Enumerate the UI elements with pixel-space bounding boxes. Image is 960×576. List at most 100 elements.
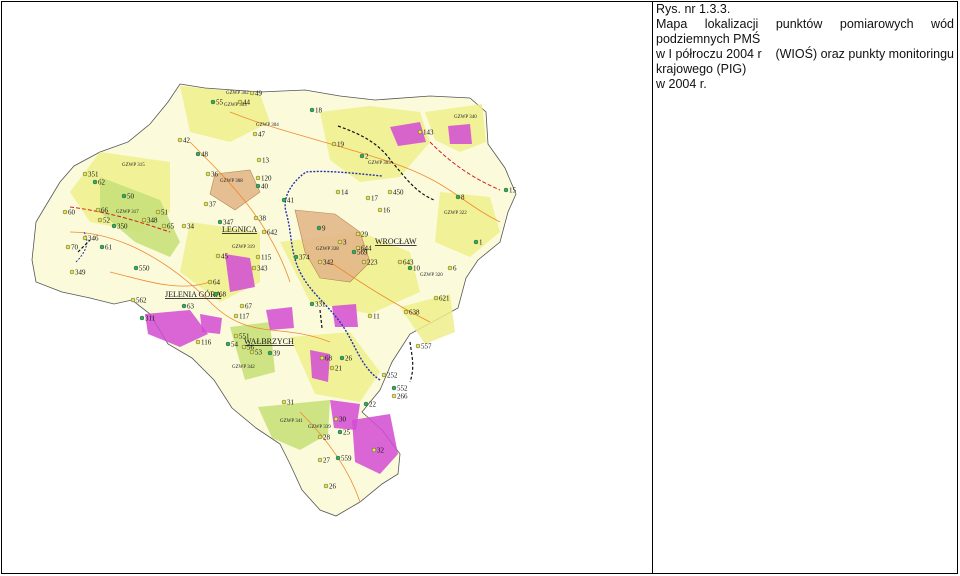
point-marker bbox=[365, 195, 371, 201]
point-marker bbox=[251, 265, 257, 271]
point-marker bbox=[233, 333, 239, 339]
point-marker bbox=[309, 107, 315, 113]
point-marker bbox=[337, 429, 343, 435]
point-marker bbox=[455, 194, 461, 200]
point-marker bbox=[195, 339, 201, 345]
point-marker bbox=[181, 303, 187, 309]
point-marker bbox=[133, 265, 139, 271]
point-label: 351 bbox=[88, 171, 99, 179]
point-marker bbox=[363, 401, 369, 407]
point-marker bbox=[317, 259, 323, 265]
point-marker bbox=[407, 265, 413, 271]
column-divider bbox=[652, 1, 653, 574]
point-label: 6 bbox=[453, 265, 457, 273]
point-marker bbox=[121, 193, 127, 199]
point-label: 621 bbox=[439, 295, 450, 303]
point-label: 9 bbox=[322, 225, 326, 233]
monitoring-point: 311 bbox=[139, 315, 156, 323]
point-label: 115 bbox=[261, 254, 272, 262]
point-marker bbox=[249, 90, 255, 96]
monitoring-point: 266 bbox=[391, 393, 408, 401]
point-label: 31 bbox=[287, 399, 295, 407]
point-marker bbox=[82, 235, 88, 241]
point-marker bbox=[417, 129, 423, 135]
point-label: 66 bbox=[101, 207, 109, 215]
point-label: 562 bbox=[136, 297, 147, 305]
caption-word: Mapa bbox=[656, 17, 688, 31]
point-marker bbox=[255, 254, 261, 260]
point-marker bbox=[317, 457, 323, 463]
point-marker bbox=[337, 239, 343, 245]
point-label: 1 bbox=[479, 239, 483, 247]
caption-line-3: w I półroczu 2004 r (WIOŚ) oraz punkty m… bbox=[656, 47, 954, 62]
caption-word: wód bbox=[931, 17, 954, 31]
point-marker bbox=[317, 434, 323, 440]
point-marker bbox=[391, 393, 397, 399]
point-marker bbox=[111, 223, 117, 229]
point-label: 120 bbox=[261, 175, 272, 183]
gzwp-label: GZWP 338 bbox=[316, 247, 339, 252]
caption-line-2: podziemnych PMŚ bbox=[656, 32, 761, 46]
gzwp-label: GZWP 340 bbox=[454, 115, 477, 120]
point-marker bbox=[397, 259, 403, 265]
point-label: 27 bbox=[323, 457, 331, 465]
point-label: 37 bbox=[209, 201, 217, 209]
point-marker bbox=[203, 201, 209, 207]
gzwp-label: GZWP 342 bbox=[232, 365, 255, 370]
point-marker bbox=[181, 223, 187, 229]
point-marker bbox=[361, 259, 367, 265]
point-label: 64 bbox=[213, 279, 221, 287]
point-marker bbox=[92, 179, 98, 185]
point-marker bbox=[503, 187, 509, 193]
point-label: 19 bbox=[337, 141, 345, 149]
point-label: 26 bbox=[329, 483, 337, 491]
point-marker bbox=[99, 244, 105, 250]
point-label: 36 bbox=[211, 171, 219, 179]
point-label: 252 bbox=[387, 372, 398, 380]
point-marker bbox=[62, 209, 68, 215]
point-label: 346 bbox=[88, 235, 99, 243]
point-marker bbox=[253, 215, 259, 221]
point-marker bbox=[323, 483, 329, 489]
point-marker bbox=[377, 207, 383, 213]
point-marker bbox=[161, 223, 167, 229]
point-label: 11 bbox=[373, 313, 380, 321]
gzwp-label: GZWP 308 bbox=[220, 179, 243, 184]
point-marker bbox=[237, 99, 243, 105]
point-label: 21 bbox=[335, 365, 343, 373]
point-marker bbox=[319, 355, 325, 361]
point-label: 311 bbox=[145, 315, 156, 323]
point-marker bbox=[97, 217, 103, 223]
point-label: 223 bbox=[367, 259, 378, 267]
point-label: 62 bbox=[98, 179, 106, 187]
caption-word: lokalizacji bbox=[704, 17, 759, 31]
point-marker bbox=[267, 350, 273, 356]
point-label: 348 bbox=[147, 217, 158, 225]
district-boundary bbox=[409, 341, 414, 383]
point-marker bbox=[141, 217, 147, 223]
point-label: 38 bbox=[259, 215, 267, 223]
point-label: 49 bbox=[255, 90, 263, 98]
gzwp-label: GZWP 317 bbox=[116, 210, 139, 215]
point-label: 550 bbox=[139, 265, 150, 273]
point-marker bbox=[447, 265, 453, 271]
point-label: 51 bbox=[161, 209, 169, 217]
point-label: 28 bbox=[323, 434, 331, 442]
point-label: 39 bbox=[273, 350, 281, 358]
point-marker bbox=[155, 209, 161, 215]
caption-word: pomiarowych bbox=[839, 17, 914, 31]
point-label: 44 bbox=[243, 99, 251, 107]
point-label: 68 bbox=[219, 291, 227, 299]
point-marker bbox=[433, 295, 439, 301]
point-label: 331 bbox=[315, 301, 326, 309]
point-marker bbox=[335, 455, 341, 461]
point-label: 266 bbox=[397, 393, 408, 401]
magenta-zone bbox=[448, 124, 472, 144]
point-label: 3 bbox=[343, 239, 347, 247]
point-marker bbox=[177, 137, 183, 143]
point-label: 450 bbox=[393, 189, 404, 197]
point-label: 60 bbox=[68, 209, 76, 217]
point-marker bbox=[339, 355, 345, 361]
point-label: 26 bbox=[345, 355, 353, 363]
point-marker bbox=[355, 231, 361, 237]
